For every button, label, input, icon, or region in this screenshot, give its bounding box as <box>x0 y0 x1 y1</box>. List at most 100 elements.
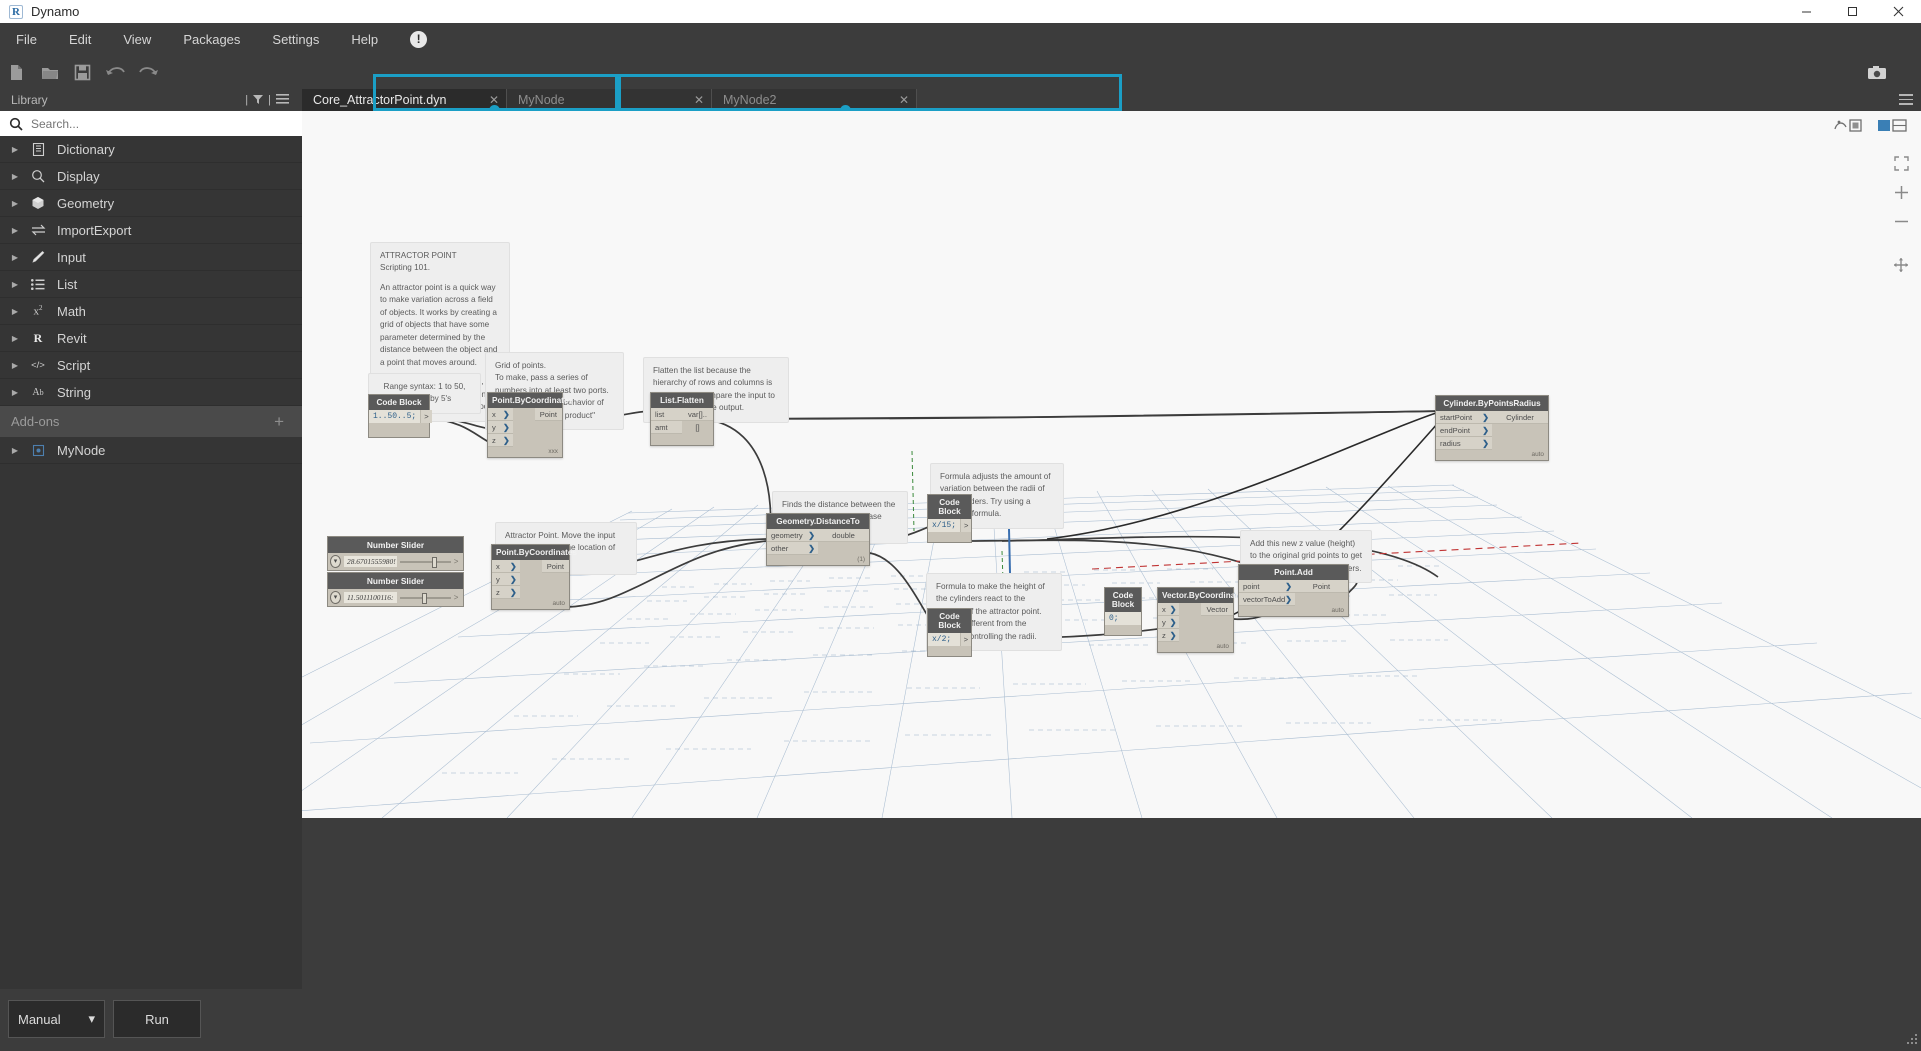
list-icon[interactable] <box>276 94 289 107</box>
menu-packages[interactable]: Packages <box>167 23 256 56</box>
maximize-button[interactable] <box>1829 0 1875 23</box>
undo-icon[interactable] <box>99 56 132 89</box>
library-search-row[interactable] <box>0 111 302 136</box>
sidebar-item-dictionary[interactable]: ▶ Dictionary <box>0 136 302 163</box>
input-port-list[interactable]: list <box>651 408 682 421</box>
close-button[interactable] <box>1875 0 1921 23</box>
sidebar-item-revit[interactable]: ▶ R Revit <box>0 325 302 352</box>
node-cylinder-bypointsradius[interactable]: Cylinder.ByPointsRadius startPoint❯ endP… <box>1435 395 1549 461</box>
slider-track[interactable] <box>400 592 451 604</box>
geometry-view-icon[interactable] <box>1833 118 1867 138</box>
sidebar-item-mynode[interactable]: ▶ MyNode <box>0 437 302 464</box>
menu-file[interactable]: File <box>0 23 53 56</box>
screenshot-camera-icon[interactable] <box>1860 56 1893 89</box>
sidebar-item-display[interactable]: ▶ Display <box>0 163 302 190</box>
node-number-slider-x[interactable]: Number Slider ▾ 28.6701555980! > <box>327 536 464 571</box>
code-block-editor[interactable]: x/15; <box>928 519 960 532</box>
output-port-point[interactable]: Point <box>542 560 569 573</box>
input-port-vectortoadd[interactable]: vectorToAdd❯ <box>1239 593 1295 606</box>
redo-icon[interactable] <box>132 56 165 89</box>
zoom-out-icon[interactable] <box>1894 214 1909 234</box>
resize-handle-icon[interactable] <box>1907 1034 1918 1048</box>
slider-expand-icon[interactable]: ▾ <box>330 591 341 604</box>
code-block-editor[interactable]: x/2; <box>928 633 960 646</box>
tab-close-icon[interactable]: ✕ <box>687 93 711 107</box>
add-package-icon[interactable]: + <box>274 412 284 432</box>
output-port-point[interactable]: Point <box>1295 580 1348 593</box>
output-port-point[interactable]: Point <box>535 408 562 421</box>
new-file-icon[interactable] <box>0 56 33 89</box>
fit-screen-icon[interactable] <box>1894 156 1909 176</box>
tab-mynode2[interactable]: MyNode2 ✕ <box>712 89 917 111</box>
menu-help[interactable]: Help <box>335 23 394 56</box>
output-port[interactable]: > <box>960 633 971 646</box>
input-port-point[interactable]: point❯ <box>1239 580 1295 593</box>
input-port-x[interactable]: x❯ <box>1158 603 1179 616</box>
node-code-block-zero[interactable]: Code Block 0; <box>1104 587 1142 636</box>
filter-icon[interactable] <box>253 94 263 107</box>
tab-overflow-menu-icon[interactable] <box>1899 94 1913 108</box>
node-list-flatten[interactable]: List.Flatten list amt var[]..[] <box>650 392 714 446</box>
code-block-editor[interactable]: 1..50..5; <box>369 410 420 423</box>
minimize-button[interactable] <box>1783 0 1829 23</box>
node-code-block-height[interactable]: Code Block x/2; > <box>927 608 972 657</box>
run-mode-dropdown[interactable]: Manual ▾ <box>8 1000 105 1038</box>
tab-close-icon[interactable]: ✕ <box>892 93 916 107</box>
slider-thumb[interactable] <box>422 593 427 604</box>
input-port-radius[interactable]: radius❯ <box>1436 437 1492 450</box>
node-code-block-range[interactable]: Code Block 1..50..5; > <box>368 394 430 438</box>
sidebar-item-math[interactable]: ▶ x2 Math <box>0 298 302 325</box>
save-file-icon[interactable] <box>66 56 99 89</box>
menu-view[interactable]: View <box>107 23 167 56</box>
zoom-in-icon[interactable] <box>1894 185 1909 205</box>
run-button[interactable]: Run <box>113 1000 201 1038</box>
sidebar-item-geometry[interactable]: ▶ Geometry <box>0 190 302 217</box>
input-port-z[interactable]: z❯ <box>492 586 520 599</box>
node-geometry-distanceto[interactable]: Geometry.DistanceTo geometry❯ other❯ dou… <box>766 513 870 566</box>
input-port-y[interactable]: y❯ <box>488 421 513 434</box>
node-number-slider-y[interactable]: Number Slider ▾ 11.5011100116: > <box>327 572 464 607</box>
input-port-amt[interactable]: amt <box>651 421 682 434</box>
output-port[interactable]: > <box>960 519 971 532</box>
graph-canvas[interactable]: ATTRACTOR POINT Scripting 101. An attrac… <box>302 111 1921 818</box>
output-port[interactable]: > <box>451 593 461 602</box>
pan-icon[interactable] <box>1893 257 1909 278</box>
layout-toggle-icon[interactable] <box>1877 118 1907 138</box>
slider-expand-icon[interactable]: ▾ <box>330 555 341 568</box>
slider-value[interactable]: 28.6701555980! <box>344 556 397 567</box>
tab-mynode[interactable]: MyNode ✕ <box>507 89 712 111</box>
node-code-block-radius[interactable]: Code Block x/15; > <box>927 494 972 543</box>
slider-thumb[interactable] <box>432 557 437 568</box>
input-port-z[interactable]: z❯ <box>488 434 513 447</box>
node-point-bycoordinates-attractor[interactable]: Point.ByCoordinates x❯ y❯ z❯ Point auto <box>491 544 570 610</box>
output-port[interactable]: > <box>451 557 461 566</box>
sidebar-item-importexport[interactable]: ▶ ImportExport <box>0 217 302 244</box>
open-file-icon[interactable] <box>33 56 66 89</box>
input-port-z[interactable]: z❯ <box>1158 629 1179 642</box>
output-port-var[interactable]: var[]..[] <box>682 408 713 421</box>
sidebar-item-script[interactable]: ▶ </> Script <box>0 352 302 379</box>
input-port-y[interactable]: y❯ <box>1158 616 1179 629</box>
output-port-double[interactable]: double <box>818 529 869 542</box>
input-port-y[interactable]: y❯ <box>492 573 520 586</box>
input-port-startpoint[interactable]: startPoint❯ <box>1436 411 1492 424</box>
output-port-vector[interactable]: Vector <box>1201 603 1233 616</box>
sidebar-item-string[interactable]: ▶ Ab String <box>0 379 302 406</box>
input-port-endpoint[interactable]: endPoint❯ <box>1436 424 1492 437</box>
input-port-x[interactable]: x❯ <box>492 560 520 573</box>
node-point-add[interactable]: Point.Add point❯ vectorToAdd❯ Point auto <box>1238 564 1349 617</box>
tab-core-attractorpoint[interactable]: Core_AttractorPoint.dyn ✕ <box>302 89 507 111</box>
sidebar-item-list[interactable]: ▶ List <box>0 271 302 298</box>
slider-track[interactable] <box>400 556 451 568</box>
input-port-x[interactable]: x❯ <box>488 408 513 421</box>
node-point-bycoordinates-grid[interactable]: Point.ByCoordinates x❯ y❯ z❯ Point xxx <box>487 392 563 458</box>
search-input[interactable] <box>31 117 281 131</box>
notification-icon[interactable]: ! <box>410 31 427 48</box>
sidebar-item-input[interactable]: ▶ Input <box>0 244 302 271</box>
output-port[interactable]: > <box>420 410 431 423</box>
node-vector-bycoordinates[interactable]: Vector.ByCoordinates x❯ y❯ z❯ Vector aut… <box>1157 587 1234 653</box>
slider-value[interactable]: 11.5011100116: <box>344 592 397 603</box>
code-block-editor[interactable]: 0; <box>1105 612 1141 625</box>
menu-settings[interactable]: Settings <box>256 23 335 56</box>
output-port-cylinder[interactable]: Cylinder <box>1492 411 1548 424</box>
